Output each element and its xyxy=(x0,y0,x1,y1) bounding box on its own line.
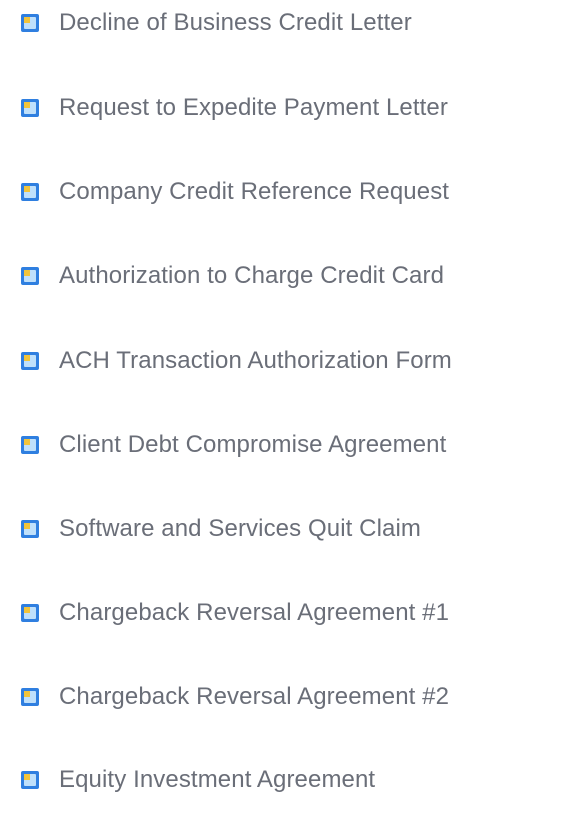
document-link[interactable]: Authorization to Charge Credit Card xyxy=(59,262,444,290)
document-icon xyxy=(21,688,39,706)
document-link[interactable]: Equity Investment Agreement xyxy=(59,766,375,794)
document-icon xyxy=(21,267,39,285)
document-link[interactable]: Request to Expedite Payment Letter xyxy=(59,94,448,122)
document-icon xyxy=(21,352,39,370)
document-link[interactable]: Client Debt Compromise Agreement xyxy=(59,431,446,459)
list-item-software-services-quit-claim[interactable]: Software and Services Quit Claim xyxy=(0,509,573,549)
list-item-decline-business-credit-letter[interactable]: Decline of Business Credit Letter xyxy=(0,3,573,43)
document-link[interactable]: Software and Services Quit Claim xyxy=(59,515,421,543)
list-item-ach-transaction-authorization-form[interactable]: ACH Transaction Authorization Form xyxy=(0,341,573,381)
list-item-chargeback-reversal-agreement-1[interactable]: Chargeback Reversal Agreement #1 xyxy=(0,593,573,633)
list-item-equity-investment-agreement[interactable]: Equity Investment Agreement xyxy=(0,760,573,800)
document-icon xyxy=(21,183,39,201)
list-item-request-expedite-payment-letter[interactable]: Request to Expedite Payment Letter xyxy=(0,88,573,128)
document-icon xyxy=(21,604,39,622)
document-link[interactable]: ACH Transaction Authorization Form xyxy=(59,347,452,375)
list-item-authorization-charge-credit-card[interactable]: Authorization to Charge Credit Card xyxy=(0,256,573,296)
document-icon xyxy=(21,771,39,789)
document-link[interactable]: Decline of Business Credit Letter xyxy=(59,9,412,37)
document-link[interactable]: Chargeback Reversal Agreement #1 xyxy=(59,599,449,627)
list-item-client-debt-compromise-agreement[interactable]: Client Debt Compromise Agreement xyxy=(0,425,573,465)
document-icon xyxy=(21,99,39,117)
document-link[interactable]: Chargeback Reversal Agreement #2 xyxy=(59,683,449,711)
document-link[interactable]: Company Credit Reference Request xyxy=(59,178,449,206)
document-icon xyxy=(21,436,39,454)
list-item-chargeback-reversal-agreement-2[interactable]: Chargeback Reversal Agreement #2 xyxy=(0,677,573,717)
document-icon xyxy=(21,14,39,32)
document-icon xyxy=(21,520,39,538)
list-item-company-credit-reference-request[interactable]: Company Credit Reference Request xyxy=(0,172,573,212)
